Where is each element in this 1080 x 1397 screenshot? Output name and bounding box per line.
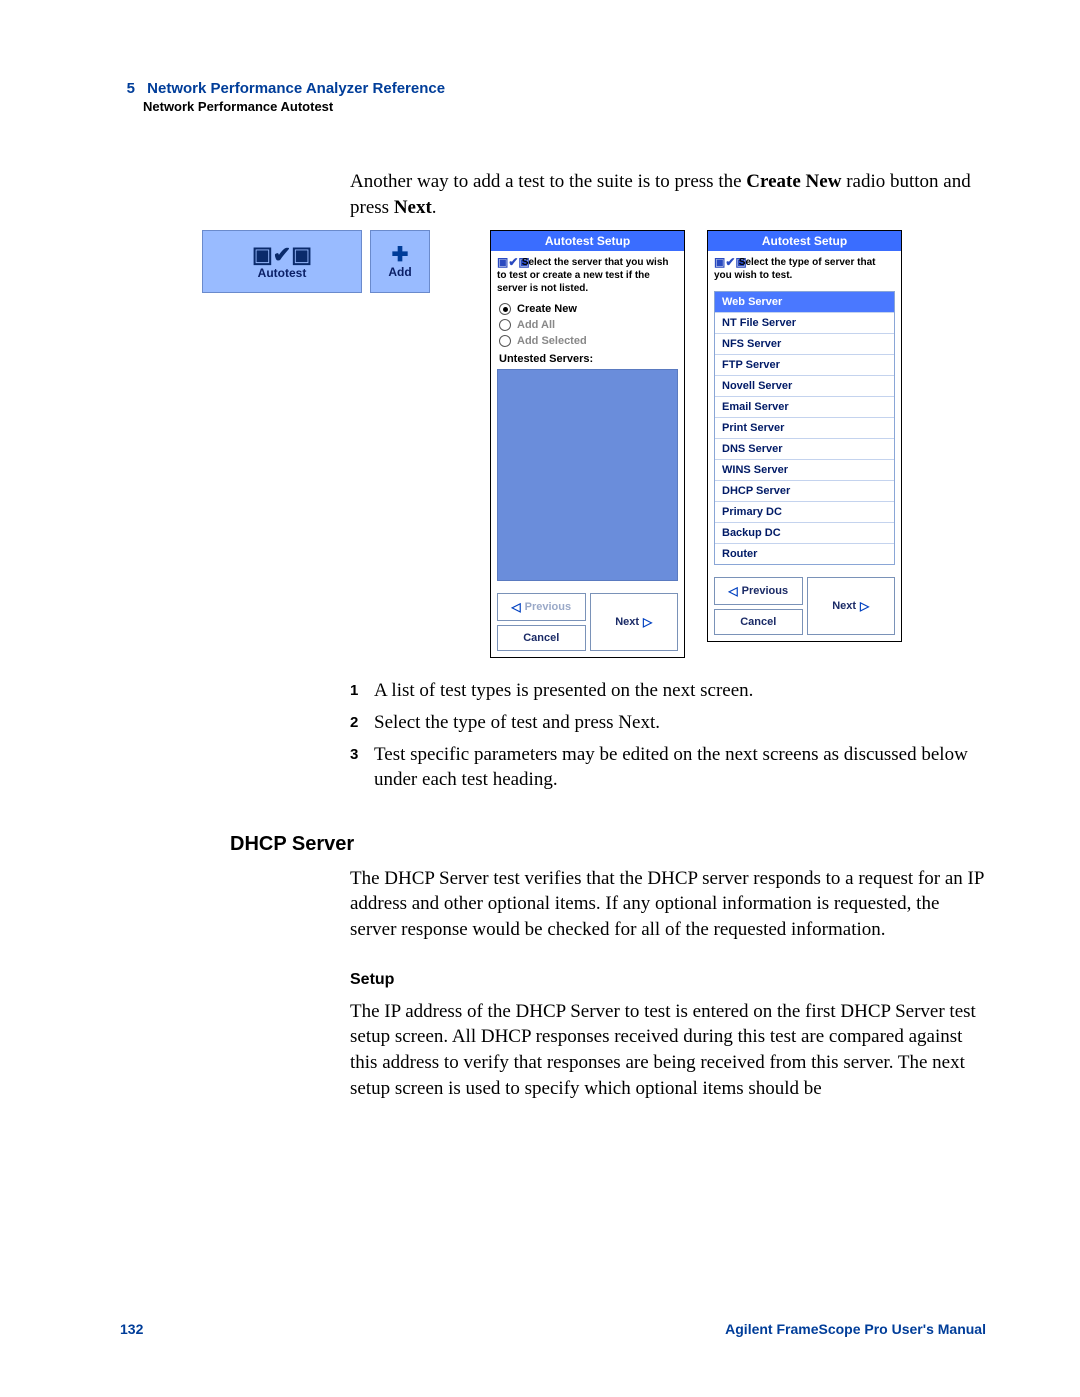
list-item[interactable]: Primary DC bbox=[715, 502, 894, 523]
list-item[interactable]: DNS Server bbox=[715, 439, 894, 460]
radio-icon bbox=[499, 303, 511, 315]
page: 5 Network Performance Analyzer Reference… bbox=[0, 0, 1080, 1397]
list-item[interactable]: Email Server bbox=[715, 397, 894, 418]
previous-button[interactable]: ◁ Previous bbox=[714, 577, 803, 605]
arrow-left-icon: ◁ bbox=[728, 584, 737, 598]
radio-icon bbox=[499, 319, 511, 331]
dialog-instruction: ▣✔▣ Select the server that you wish to t… bbox=[491, 251, 684, 301]
page-number: 132 bbox=[120, 1321, 143, 1337]
radio-add-all[interactable]: Add All bbox=[491, 317, 684, 333]
list-item[interactable]: FTP Server bbox=[715, 355, 894, 376]
radio-icon bbox=[499, 335, 511, 347]
setup-heading: Setup bbox=[350, 971, 986, 989]
add-label: Add bbox=[388, 265, 411, 279]
section-name: Network Performance Autotest bbox=[143, 99, 986, 114]
step-item: 2 Select the type of test and press Next… bbox=[350, 710, 986, 736]
dialog-title: Autotest Setup bbox=[708, 231, 901, 251]
chapter-number: 5 bbox=[120, 80, 135, 97]
next-button[interactable]: Next ▷ bbox=[590, 593, 679, 651]
arrow-right-icon: ▷ bbox=[643, 615, 652, 629]
list-item[interactable]: Print Server bbox=[715, 418, 894, 439]
autotest-label: Autotest bbox=[258, 266, 307, 280]
arrow-right-icon: ▷ bbox=[860, 599, 869, 613]
list-item[interactable]: Router bbox=[715, 544, 894, 564]
list-item[interactable]: WINS Server bbox=[715, 460, 894, 481]
cancel-button[interactable]: Cancel bbox=[497, 625, 586, 651]
autotest-icon: ▣✔▣ bbox=[252, 244, 312, 266]
dhcp-server-paragraph: The DHCP Server test verifies that the D… bbox=[350, 866, 986, 943]
dialog-instruction: ▣✔▣ Select the type of server that you w… bbox=[708, 251, 901, 289]
setup-paragraph: The IP address of the DHCP Server to tes… bbox=[350, 999, 986, 1102]
step-item: 1 A list of test types is presented on t… bbox=[350, 678, 986, 704]
chapter-title: Network Performance Analyzer Reference bbox=[147, 80, 445, 97]
dhcp-server-heading: DHCP Server bbox=[230, 833, 986, 856]
manual-title: Agilent FrameScope Pro User's Manual bbox=[725, 1321, 986, 1337]
server-type-list: Web Server NT File Server NFS Server FTP… bbox=[714, 291, 895, 565]
dialog-button-bar: ◁ Previous Next ▷ Cancel bbox=[708, 571, 901, 641]
list-item[interactable]: Web Server bbox=[715, 292, 894, 313]
previous-button[interactable]: ◁ Previous bbox=[497, 593, 586, 621]
figure-row: ▣✔▣ Autotest ✚ Add Autotest Setup ▣✔▣ Se… bbox=[202, 230, 986, 658]
next-button[interactable]: Next ▷ bbox=[807, 577, 896, 635]
list-item[interactable]: DHCP Server bbox=[715, 481, 894, 502]
autotest-setup-dialog-2: Autotest Setup ▣✔▣ Select the type of se… bbox=[707, 230, 902, 642]
autotest-mini-icon: ▣✔▣ bbox=[497, 255, 519, 270]
autotest-mini-icon: ▣✔▣ bbox=[714, 255, 736, 270]
page-header: 5 Network Performance Analyzer Reference… bbox=[120, 80, 986, 114]
page-footer: 132 Agilent FrameScope Pro User's Manual bbox=[120, 1321, 986, 1337]
untested-servers-label: Untested Servers: bbox=[491, 349, 684, 367]
arrow-left-icon: ◁ bbox=[511, 600, 520, 614]
intro-paragraph: Another way to add a test to the suite i… bbox=[350, 169, 986, 220]
autotest-button[interactable]: ▣✔▣ Autotest bbox=[202, 230, 362, 293]
list-item[interactable]: Novell Server bbox=[715, 376, 894, 397]
dialog-title: Autotest Setup bbox=[491, 231, 684, 251]
step-item: 3 Test specific parameters may be edited… bbox=[350, 742, 986, 793]
add-button[interactable]: ✚ Add bbox=[370, 230, 430, 293]
list-item[interactable]: Backup DC bbox=[715, 523, 894, 544]
radio-create-new[interactable]: Create New bbox=[491, 301, 684, 317]
list-item[interactable]: NT File Server bbox=[715, 313, 894, 334]
autotest-setup-dialog-1: Autotest Setup ▣✔▣ Select the server tha… bbox=[490, 230, 685, 658]
cancel-button[interactable]: Cancel bbox=[714, 609, 803, 635]
plus-icon: ✚ bbox=[392, 245, 409, 265]
numbered-steps: 1 A list of test types is presented on t… bbox=[350, 678, 986, 793]
untested-servers-listbox[interactable] bbox=[497, 369, 678, 581]
dialog-button-bar: ◁ Previous Next ▷ Cancel bbox=[491, 587, 684, 657]
list-item[interactable]: NFS Server bbox=[715, 334, 894, 355]
radio-add-selected[interactable]: Add Selected bbox=[491, 333, 684, 349]
